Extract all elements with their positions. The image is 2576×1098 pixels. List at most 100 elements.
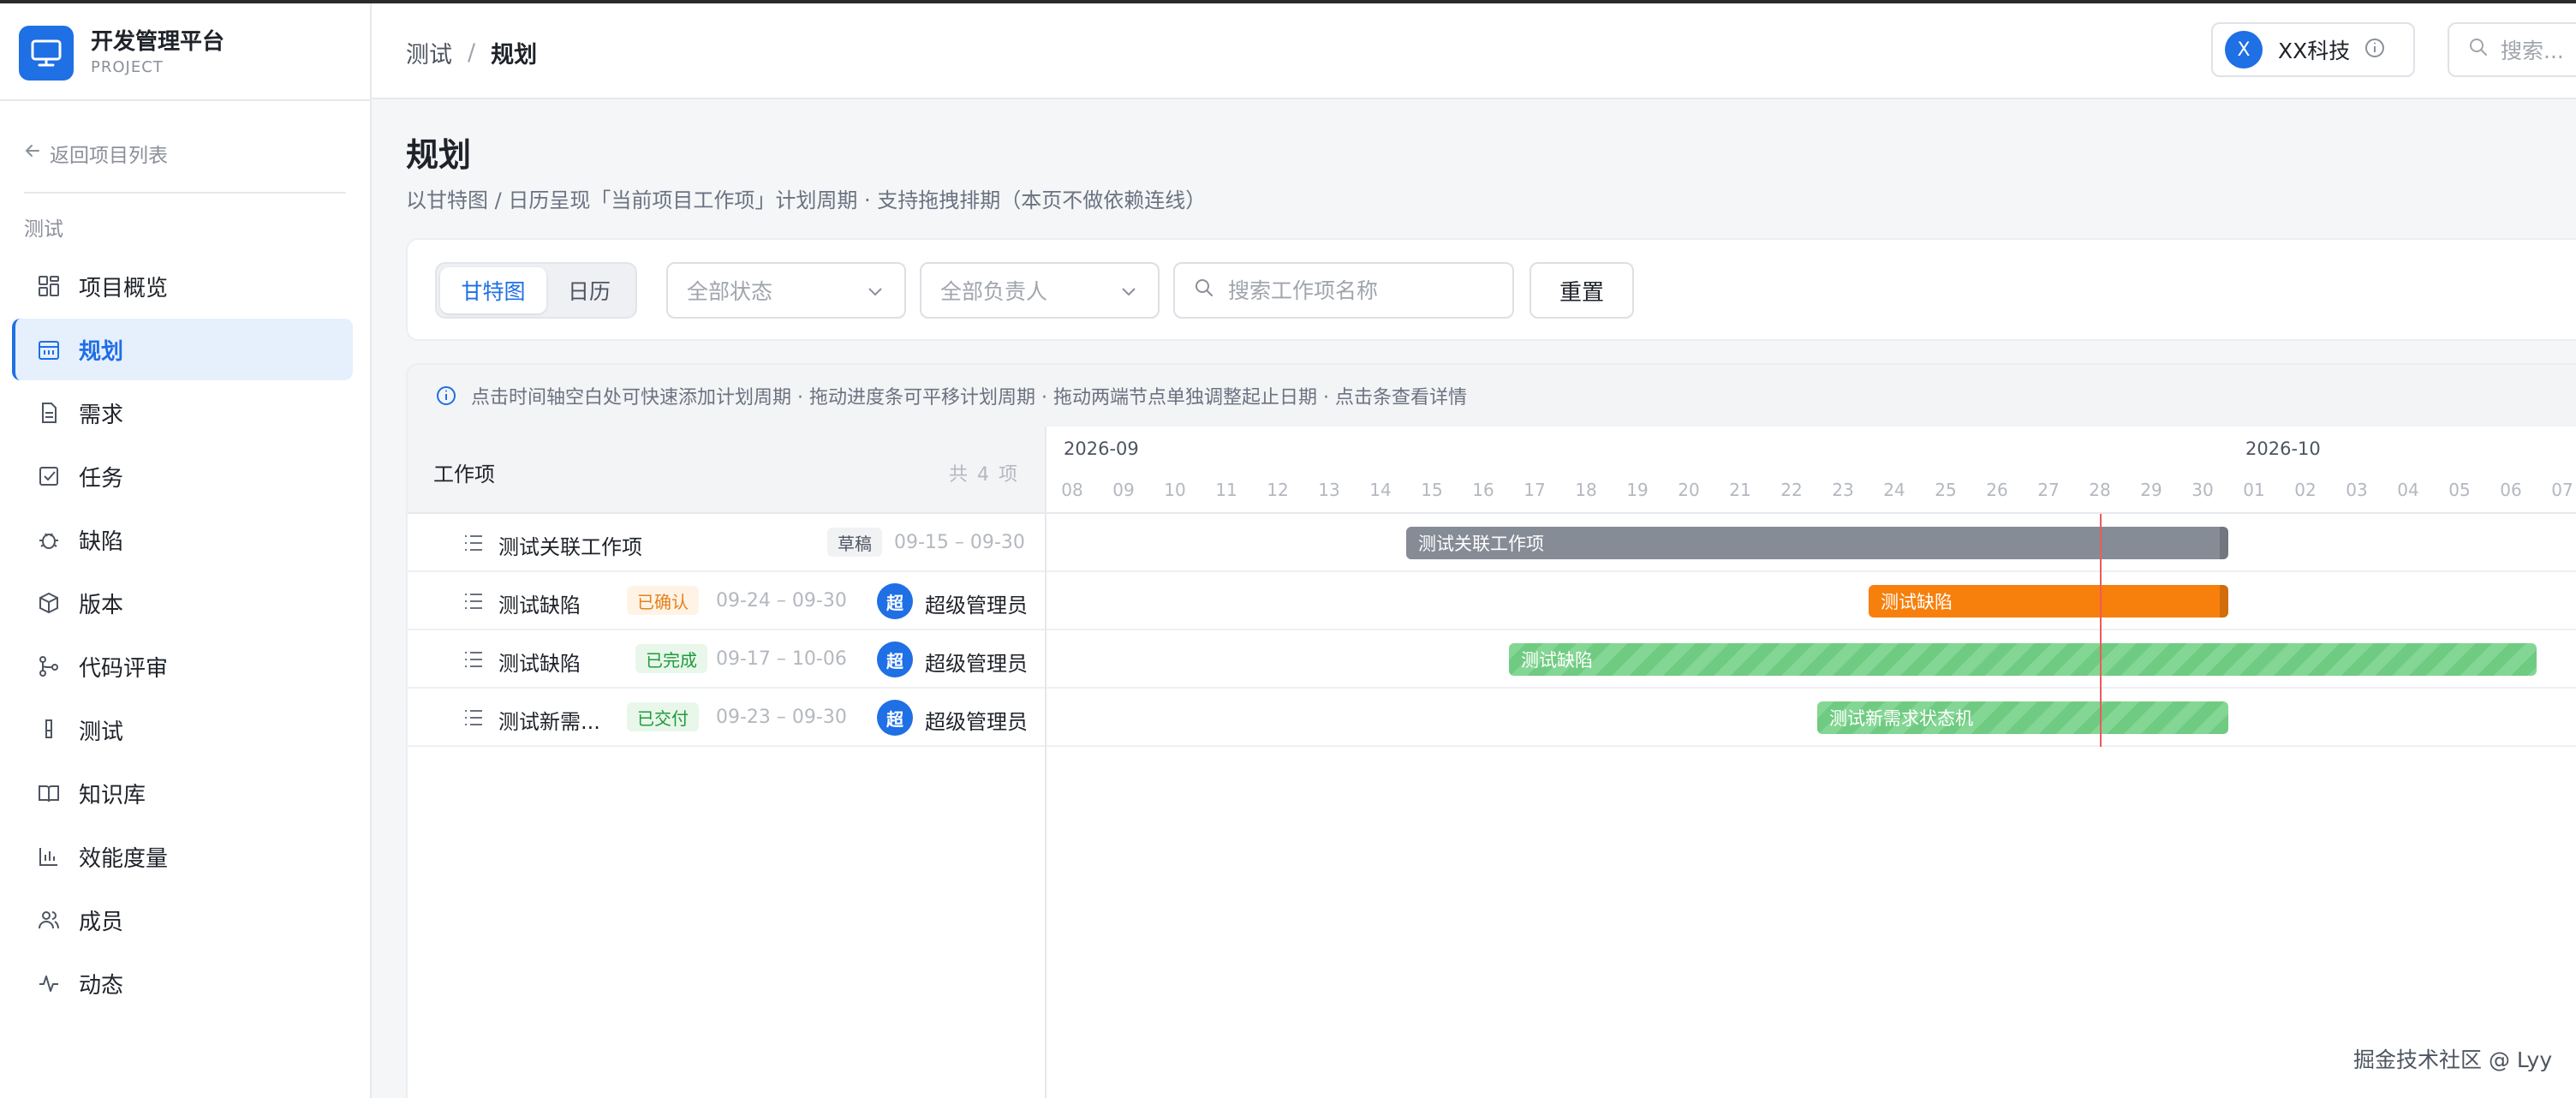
status-select[interactable]: 全部状态 <box>666 262 906 319</box>
sidebar-item-label: 规划 <box>79 338 124 365</box>
checkbox-icon <box>34 462 63 491</box>
status-badge: 已确认 <box>627 586 699 615</box>
assignee-name: 超级管理员 <box>925 710 1028 734</box>
list-icon <box>462 591 485 615</box>
timeline-day-label: 29 <box>2140 480 2162 500</box>
info-icon <box>435 385 457 407</box>
timeline-day-label: 07 <box>2551 480 2573 500</box>
list-timeline-divider <box>1045 427 1046 1098</box>
timeline-header <box>1046 427 2576 514</box>
project-name: 测试 <box>24 218 63 241</box>
org-avatar: X <box>2225 31 2263 69</box>
gantt-bar-end-handle[interactable] <box>2220 527 2228 559</box>
status-badge: 已交付 <box>627 702 699 731</box>
work-item-name: 测试新需... <box>498 710 600 734</box>
sidebar-item-metrics[interactable]: 效能度量 <box>12 826 353 887</box>
brand-title: 开发管理平台 <box>91 29 225 55</box>
search-input[interactable] <box>1226 277 1504 304</box>
timeline-day-label: 26 <box>1986 480 2008 500</box>
document-icon <box>34 398 63 427</box>
sidebar-item-label: 需求 <box>79 402 124 428</box>
gantt-bar-label: 测试新需求状态机 <box>1829 708 1973 729</box>
timeline-day-label: 22 <box>1780 480 1803 500</box>
sidebar-item-label: 成员 <box>79 909 124 935</box>
reset-button[interactable]: 重置 <box>1530 262 1634 319</box>
gantt-bar-label: 测试缺陷 <box>1521 650 1593 671</box>
git-icon <box>34 652 63 681</box>
chevron-down-icon <box>1118 281 1139 307</box>
arrow-left-icon <box>24 142 41 164</box>
sidebar-item-defects[interactable]: 缺陷 <box>12 509 353 570</box>
users-icon <box>34 905 63 934</box>
sidebar-item-requirements[interactable]: 需求 <box>12 382 353 444</box>
tab-gantt[interactable]: 甘特图 <box>440 267 546 313</box>
sidebar-item-planning[interactable]: 规划 <box>12 319 353 380</box>
timeline-row-line <box>1046 629 2576 630</box>
back-label: 返回项目列表 <box>50 145 168 167</box>
timeline-day-label: 02 <box>2294 480 2317 500</box>
assignee-select[interactable]: 全部负责人 <box>920 262 1160 319</box>
info-icon[interactable] <box>2364 37 2386 63</box>
gantt-panel: 点击时间轴空白处可快速添加计划周期 · 拖动进度条可平移计划周期 · 拖动两端节… <box>406 363 2576 1098</box>
watermark: 掘金技术社区 @ Lyy <box>2353 1047 2553 1072</box>
top-header: 测试 / 规划 X XX科技 搜索... <box>372 3 2576 99</box>
sidebar-item-code-review[interactable]: 代码评审 <box>12 636 353 697</box>
sidebar-item-members[interactable]: 成员 <box>12 889 353 951</box>
sidebar-item-label: 缺陷 <box>79 528 124 555</box>
work-item-row[interactable]: 测试缺陷 已完成 09-17 – 10-06 超 超级管理员 <box>408 630 1045 689</box>
view-switcher: 甘特图 日历 <box>435 262 637 319</box>
sidebar-item-activity[interactable]: 动态 <box>12 952 353 1014</box>
sidebar-item-label: 效能度量 <box>79 845 169 872</box>
status-badge: 已完成 <box>635 644 707 673</box>
work-item-range: 09-15 – 09-30 <box>894 532 1025 553</box>
page-description: 以甘特图 / 日历呈现「当前项目工作项」计划周期 · 支持拖拽排期（本页不做依赖… <box>406 188 1207 212</box>
sidebar-item-label: 项目概览 <box>79 275 169 301</box>
status-badge: 草稿 <box>827 528 882 557</box>
flask-icon <box>34 715 63 744</box>
work-item-row[interactable]: 测试关联工作项 草稿 09-15 – 09-30 <box>408 514 1045 572</box>
gantt-bar[interactable]: 测试缺陷 <box>1869 585 2228 618</box>
timeline-day-label: 18 <box>1575 480 1597 500</box>
today-marker <box>2100 514 2102 747</box>
timeline-day-label: 01 <box>2243 480 2265 500</box>
timeline-day-label: 30 <box>2191 480 2214 500</box>
chevron-down-icon <box>865 281 886 307</box>
timeline-month-label: 2026-09 <box>1064 439 1139 459</box>
timeline-day-label: 08 <box>1061 480 1083 500</box>
timeline-day-label: 06 <box>2500 480 2522 500</box>
gantt-bar[interactable]: 测试新需求状态机 <box>1817 701 2228 734</box>
gantt-bar[interactable]: 测试缺陷 <box>1509 643 2537 676</box>
timeline-day-label: 12 <box>1267 480 1289 500</box>
global-search[interactable]: 搜索... <box>2448 22 2576 77</box>
sidebar-nav: 项目概览 规划 需求 任务 缺陷 版本 代码评审 测试 知识库 效能度量 成员 … <box>12 255 353 1016</box>
work-item-row[interactable]: 测试新需... 已交付 09-23 – 09-30 超 超级管理员 <box>408 689 1045 747</box>
timeline-day-label: 27 <box>2037 480 2060 500</box>
gantt-bar-end-handle[interactable] <box>2220 585 2228 618</box>
gantt-bar[interactable]: 测试关联工作项 <box>1406 527 2228 559</box>
work-item-row[interactable]: 测试缺陷 已确认 09-24 – 09-30 超 超级管理员 <box>408 572 1045 630</box>
sidebar-item-versions[interactable]: 版本 <box>12 572 353 634</box>
timeline-day-label: 09 <box>1112 480 1135 500</box>
avatar: 超 <box>877 641 913 677</box>
sidebar-item-knowledge-base[interactable]: 知识库 <box>12 762 353 824</box>
brand-subtitle: PROJECT <box>91 58 164 76</box>
back-to-projects-link[interactable]: 返回项目列表 <box>24 139 168 168</box>
sidebar-item-label: 测试 <box>79 719 124 745</box>
timeline-day-label: 19 <box>1626 480 1649 500</box>
org-name: XX科技 <box>2278 39 2351 63</box>
breadcrumb-project[interactable]: 测试 <box>406 36 452 69</box>
org-switcher[interactable]: X XX科技 <box>2211 22 2415 77</box>
sidebar-item-tasks[interactable]: 任务 <box>12 445 353 507</box>
brand[interactable]: 开发管理平台 PROJECT <box>19 26 224 81</box>
sidebar-item-testing[interactable]: 测试 <box>12 699 353 761</box>
tab-calendar[interactable]: 日历 <box>546 267 632 313</box>
timeline-day-label: 15 <box>1421 480 1443 500</box>
timeline-day-label: 03 <box>2346 480 2368 500</box>
timeline-day-label: 24 <box>1883 480 1905 500</box>
work-list-title: 工作项 <box>433 462 495 486</box>
sidebar-item-overview[interactable]: 项目概览 <box>12 255 353 317</box>
work-item-name: 测试关联工作项 <box>498 535 642 559</box>
timeline-row-line <box>1046 570 2576 572</box>
sidebar-item-label: 动态 <box>79 972 124 999</box>
assignee-select-value: 全部负责人 <box>940 279 1048 304</box>
